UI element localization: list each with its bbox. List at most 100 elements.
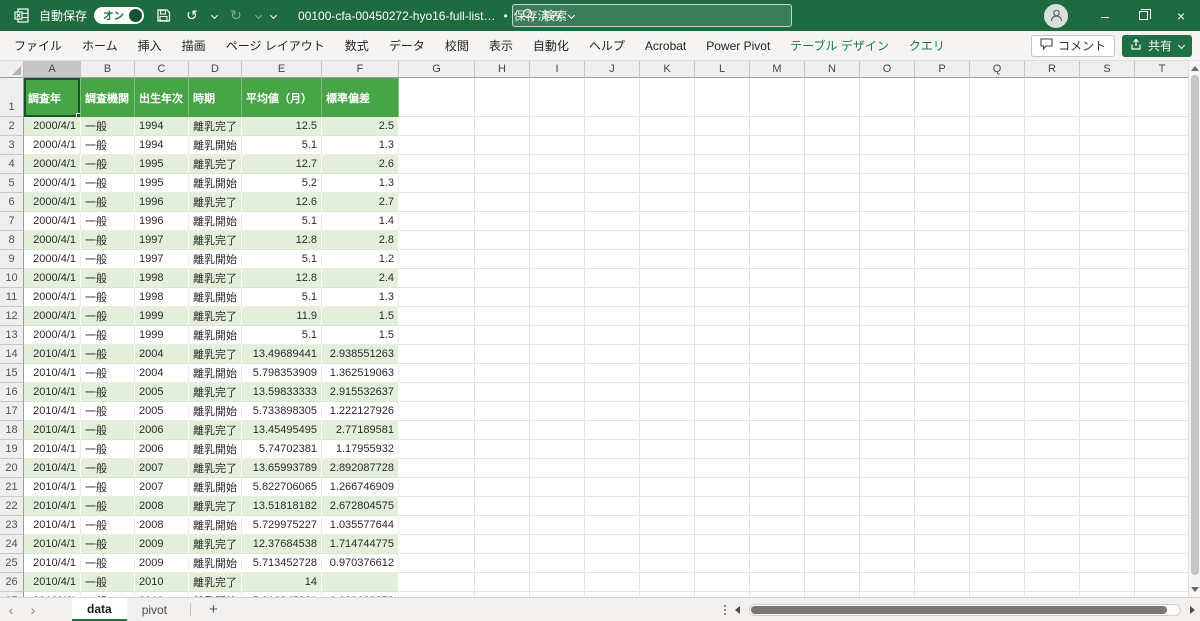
empty-cell[interactable] xyxy=(695,250,750,269)
table-cell[interactable]: 5.74702381 xyxy=(242,440,322,459)
empty-cell[interactable] xyxy=(750,421,805,440)
empty-cell[interactable] xyxy=(585,307,640,326)
empty-cell[interactable] xyxy=(399,231,475,250)
empty-cell[interactable] xyxy=(915,117,970,136)
empty-cell[interactable] xyxy=(1135,459,1188,478)
empty-cell[interactable] xyxy=(1025,345,1080,364)
empty-cell[interactable] xyxy=(915,250,970,269)
empty-cell[interactable] xyxy=(860,78,915,117)
empty-cell[interactable] xyxy=(475,155,530,174)
empty-cell[interactable] xyxy=(970,78,1025,117)
empty-cell[interactable] xyxy=(1080,459,1135,478)
empty-cell[interactable] xyxy=(475,421,530,440)
empty-cell[interactable] xyxy=(750,345,805,364)
empty-cell[interactable] xyxy=(1135,250,1188,269)
empty-cell[interactable] xyxy=(1025,497,1080,516)
empty-cell[interactable] xyxy=(695,383,750,402)
column-header-B[interactable]: B xyxy=(81,61,135,78)
empty-cell[interactable] xyxy=(1025,288,1080,307)
empty-cell[interactable] xyxy=(750,383,805,402)
table-cell[interactable]: 離乳開始 xyxy=(189,212,242,231)
empty-cell[interactable] xyxy=(970,269,1025,288)
empty-cell[interactable] xyxy=(1080,78,1135,117)
empty-cell[interactable] xyxy=(640,554,695,573)
table-cell[interactable]: 離乳開始 xyxy=(189,326,242,345)
empty-cell[interactable] xyxy=(805,402,860,421)
empty-cell[interactable] xyxy=(1080,440,1135,459)
empty-cell[interactable] xyxy=(750,573,805,592)
table-cell[interactable]: 2000/4/1 xyxy=(24,288,81,307)
empty-cell[interactable] xyxy=(1025,402,1080,421)
empty-cell[interactable] xyxy=(805,459,860,478)
table-cell[interactable]: 一般 xyxy=(81,383,135,402)
qat-customize-icon[interactable] xyxy=(270,12,277,19)
empty-cell[interactable] xyxy=(1080,250,1135,269)
row-header-25[interactable]: 25 xyxy=(0,554,24,573)
empty-cell[interactable] xyxy=(695,459,750,478)
table-cell[interactable]: 1.3 xyxy=(322,136,399,155)
empty-cell[interactable] xyxy=(585,117,640,136)
table-cell[interactable]: 12.8 xyxy=(242,269,322,288)
table-cell[interactable]: 一般 xyxy=(81,402,135,421)
empty-cell[interactable] xyxy=(970,307,1025,326)
empty-cell[interactable] xyxy=(1080,326,1135,345)
empty-cell[interactable] xyxy=(640,326,695,345)
empty-cell[interactable] xyxy=(805,440,860,459)
empty-cell[interactable] xyxy=(860,250,915,269)
table-cell[interactable]: 12.37684538 xyxy=(242,535,322,554)
empty-cell[interactable] xyxy=(970,364,1025,383)
table-cell[interactable]: 一般 xyxy=(81,307,135,326)
table-cell[interactable]: 14 xyxy=(242,573,322,592)
table-cell[interactable]: 離乳完了 xyxy=(189,193,242,212)
table-cell[interactable]: 5.2 xyxy=(242,174,322,193)
table-cell[interactable]: 1999 xyxy=(135,307,189,326)
table-cell[interactable]: 5.713452728 xyxy=(242,554,322,573)
table-cell[interactable]: 一般 xyxy=(81,250,135,269)
empty-cell[interactable] xyxy=(750,269,805,288)
empty-cell[interactable] xyxy=(1080,345,1135,364)
row-header-16[interactable]: 16 xyxy=(0,383,24,402)
column-header-P[interactable]: P xyxy=(915,61,970,78)
empty-cell[interactable] xyxy=(695,364,750,383)
empty-cell[interactable] xyxy=(750,554,805,573)
empty-cell[interactable] xyxy=(860,421,915,440)
empty-cell[interactable] xyxy=(1025,269,1080,288)
table-cell[interactable]: 2.8 xyxy=(322,231,399,250)
table-cell[interactable]: 1.266746909 xyxy=(322,478,399,497)
empty-cell[interactable] xyxy=(1025,383,1080,402)
empty-cell[interactable] xyxy=(530,421,585,440)
table-cell[interactable]: 2010/4/1 xyxy=(24,402,81,421)
empty-cell[interactable] xyxy=(1080,269,1135,288)
empty-cell[interactable] xyxy=(695,231,750,250)
table-cell[interactable]: 13.65993789 xyxy=(242,459,322,478)
ribbon-tab-5[interactable]: 数式 xyxy=(335,32,379,60)
empty-cell[interactable] xyxy=(750,212,805,231)
empty-cell[interactable] xyxy=(640,136,695,155)
table-cell[interactable]: 2009 xyxy=(135,554,189,573)
table-cell[interactable]: 1.4 xyxy=(322,212,399,231)
empty-cell[interactable] xyxy=(585,269,640,288)
table-cell[interactable]: 5.1 xyxy=(242,136,322,155)
table-cell[interactable]: 離乳開始 xyxy=(189,478,242,497)
empty-cell[interactable] xyxy=(695,573,750,592)
empty-cell[interactable] xyxy=(475,478,530,497)
empty-cell[interactable] xyxy=(695,516,750,535)
empty-cell[interactable] xyxy=(915,326,970,345)
table-cell[interactable]: 13.51818182 xyxy=(242,497,322,516)
empty-cell[interactable] xyxy=(750,326,805,345)
empty-cell[interactable] xyxy=(750,478,805,497)
empty-cell[interactable] xyxy=(399,326,475,345)
empty-cell[interactable] xyxy=(805,136,860,155)
table-cell[interactable]: 一般 xyxy=(81,117,135,136)
empty-cell[interactable] xyxy=(915,497,970,516)
empty-cell[interactable] xyxy=(915,193,970,212)
table-cell[interactable]: 2010/4/1 xyxy=(24,459,81,478)
table-cell[interactable]: 1.3 xyxy=(322,174,399,193)
empty-cell[interactable] xyxy=(475,516,530,535)
table-cell[interactable]: 離乳完了 xyxy=(189,497,242,516)
empty-cell[interactable] xyxy=(970,174,1025,193)
empty-cell[interactable] xyxy=(860,269,915,288)
ribbon-tab-8[interactable]: 表示 xyxy=(479,32,523,60)
row-header-26[interactable]: 26 xyxy=(0,573,24,592)
empty-cell[interactable] xyxy=(399,383,475,402)
